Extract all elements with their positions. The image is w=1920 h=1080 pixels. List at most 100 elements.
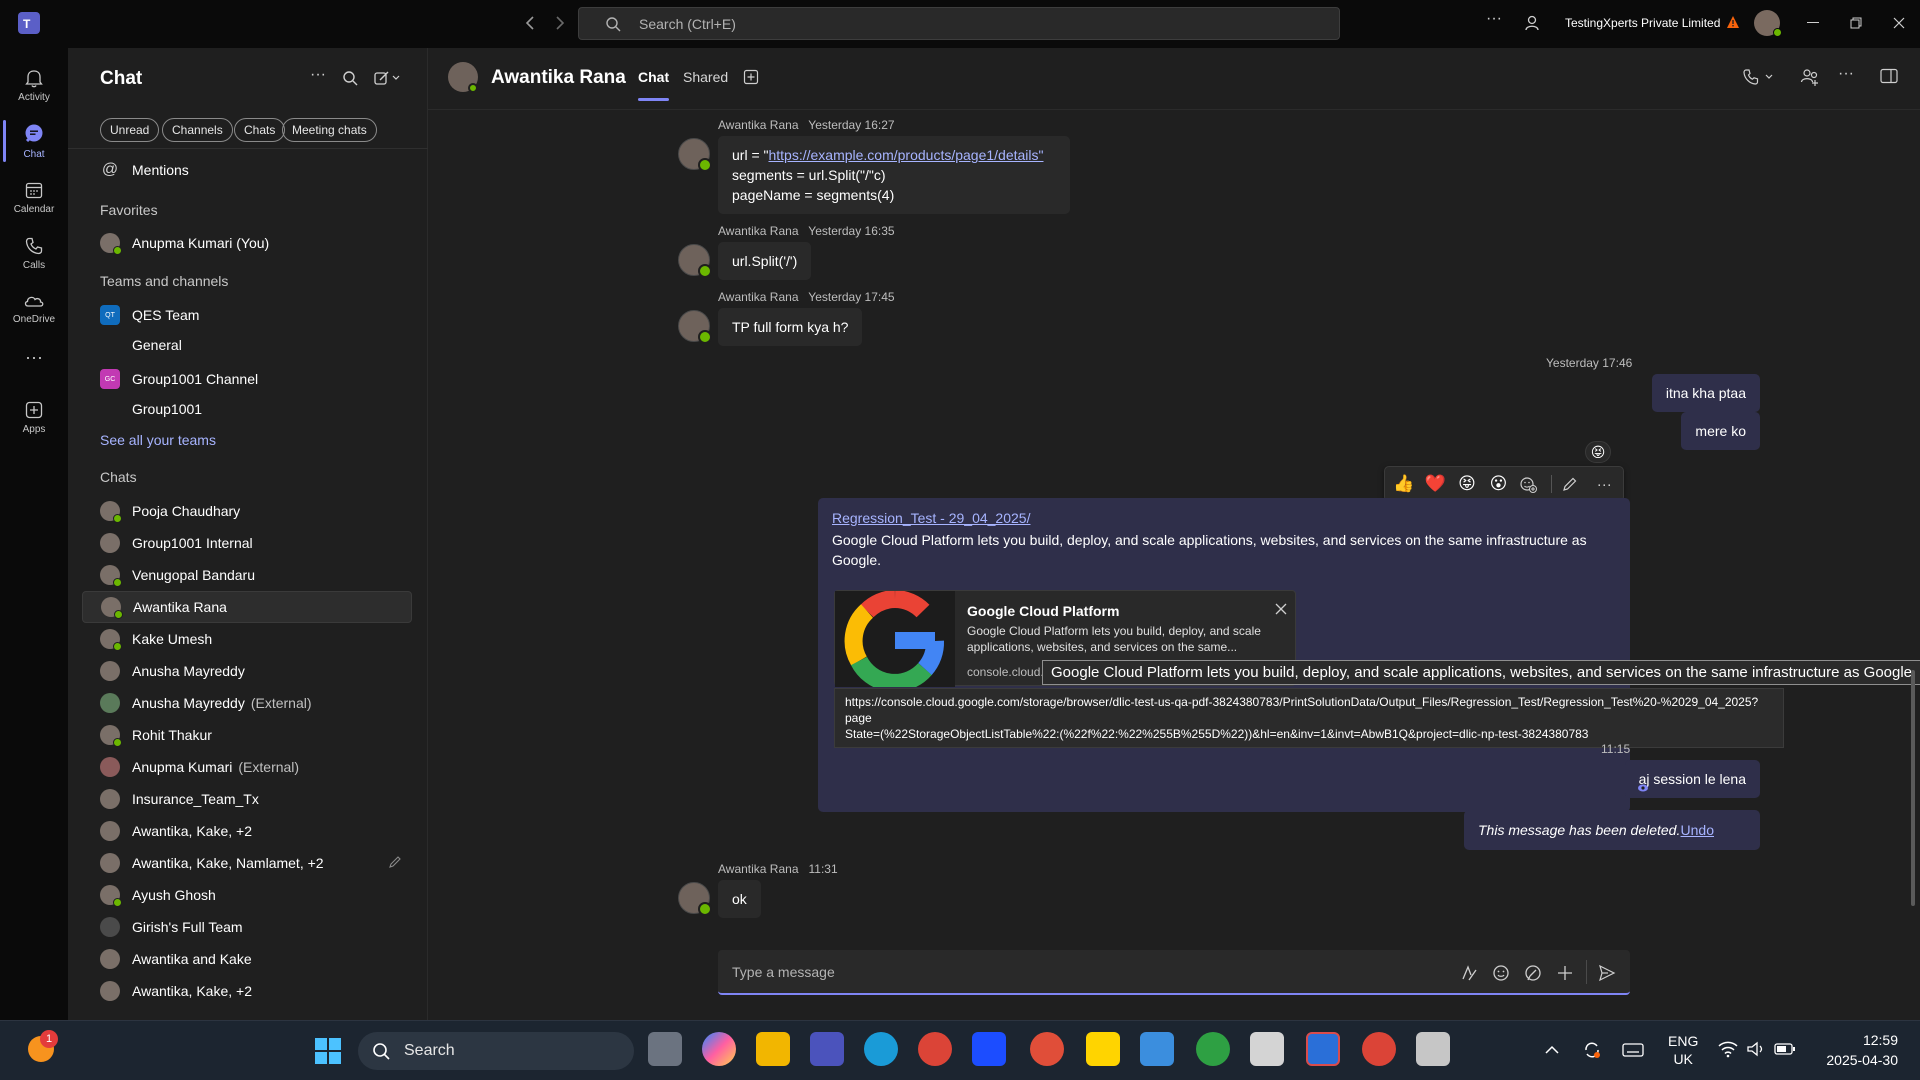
more-options-icon[interactable]: ···: [1838, 65, 1854, 83]
sender-avatar[interactable]: [678, 310, 712, 344]
team-item[interactable]: GC Group1001 Channel: [82, 363, 412, 395]
chrome-profile-icon[interactable]: [1196, 1032, 1230, 1066]
close-window-icon[interactable]: [1893, 17, 1905, 29]
edge-icon[interactable]: [864, 1032, 898, 1066]
chat-item[interactable]: Rohit Thakur: [82, 719, 412, 751]
see-all-teams-link[interactable]: See all your teams: [100, 432, 216, 448]
chat-item[interactable]: Pooja Chaudhary: [82, 495, 412, 527]
sticky-notes-icon[interactable]: [1086, 1032, 1120, 1066]
message-bubble[interactable]: TP full form kya h?: [718, 308, 863, 346]
channel-item[interactable]: General: [82, 329, 412, 361]
message-bubble[interactable]: url = "https://example.com/products/page…: [718, 136, 1070, 214]
favorite-item[interactable]: Anupma Kumari (You): [82, 227, 412, 259]
devtool-icon[interactable]: [1030, 1032, 1064, 1066]
file-explorer-icon[interactable]: [756, 1032, 790, 1066]
channel-item[interactable]: Group1001: [82, 393, 412, 425]
message-bubble[interactable]: ok: [718, 880, 761, 918]
wifi-icon[interactable]: [1718, 1040, 1738, 1058]
copilot-icon[interactable]: [702, 1032, 736, 1066]
call-icon[interactable]: [1742, 68, 1776, 86]
plus-icon[interactable]: [1556, 964, 1574, 982]
more-options-icon[interactable]: ···: [310, 66, 326, 84]
mentions-item[interactable]: @ Mentions: [82, 154, 412, 186]
contact-name[interactable]: Awantika Rana: [491, 67, 626, 89]
filter-channels[interactable]: Channels: [162, 118, 233, 142]
rail-apps[interactable]: Apps: [0, 390, 68, 444]
tab-shared[interactable]: Shared: [683, 69, 728, 85]
filter-meeting-chats[interactable]: Meeting chats: [282, 118, 377, 142]
send-icon[interactable]: [1598, 964, 1616, 982]
sender-avatar[interactable]: [678, 244, 712, 278]
sender-avatar[interactable]: [678, 882, 712, 916]
battery-icon[interactable]: [1774, 1042, 1796, 1056]
chat-item-active[interactable]: Awantika Rana: [82, 591, 412, 623]
search-icon[interactable]: [342, 70, 358, 86]
chat-item[interactable]: Anupma Kumari (External): [82, 751, 412, 783]
org-name[interactable]: TestingXperts Private Limited: [1565, 16, 1720, 30]
windows-start-icon[interactable]: [314, 1037, 342, 1065]
rail-calendar[interactable]: Calendar: [0, 170, 68, 224]
chat-item[interactable]: Anusha Mayreddy (External): [82, 687, 412, 719]
keyboard-icon[interactable]: [1622, 1042, 1644, 1058]
reaction-heart[interactable]: ❤️: [1425, 474, 1447, 494]
message-link[interactable]: https://example.com/products/page1/detai…: [768, 147, 1043, 163]
tray-chevron-up-icon[interactable]: [1544, 1044, 1560, 1056]
taskbar-search[interactable]: Search: [358, 1032, 634, 1070]
rail-activity[interactable]: Activity: [0, 58, 68, 112]
chat-item[interactable]: Awantika, Kake, +2: [82, 815, 412, 847]
chat-item[interactable]: Awantika, Kake, +2: [82, 975, 412, 1007]
back-arrow-icon[interactable]: [522, 14, 540, 32]
forward-arrow-icon[interactable]: [550, 14, 568, 32]
message-composer[interactable]: Type a message: [718, 950, 1630, 995]
chat-item[interactable]: Venugopal Bandaru: [82, 559, 412, 591]
system-clock[interactable]: 12:59 2025-04-30: [1818, 1030, 1898, 1070]
filter-chats[interactable]: Chats: [234, 118, 286, 142]
intellij-icon[interactable]: [972, 1032, 1006, 1066]
chrome-icon[interactable]: [918, 1032, 952, 1066]
chat-item[interactable]: Anusha Mayreddy: [82, 655, 412, 687]
chat-item[interactable]: Group1001 Internal: [82, 527, 412, 559]
teams-taskbar-icon[interactable]: [810, 1032, 844, 1066]
add-tab-icon[interactable]: [743, 69, 759, 85]
message-link[interactable]: Regression_Test - 29_04_2025/: [832, 510, 1030, 526]
snipping-tool-icon[interactable]: [1250, 1032, 1284, 1066]
sync-icon[interactable]: [1582, 1040, 1602, 1060]
rail-onedrive[interactable]: OneDrive: [0, 280, 68, 334]
chat-item[interactable]: Ayush Ghosh: [82, 879, 412, 911]
restore-icon[interactable]: [1850, 17, 1862, 29]
chat-item[interactable]: Insurance_Team_Tx: [82, 783, 412, 815]
more-options-icon[interactable]: ···: [1486, 10, 1502, 28]
message-bubble-out[interactable]: mere ko: [1681, 412, 1760, 450]
reaction-badge[interactable]: 😝: [1585, 441, 1611, 463]
rail-chat[interactable]: Chat: [0, 114, 68, 168]
app-s-icon[interactable]: [1306, 1032, 1340, 1066]
more-apps-button[interactable]: ···: [0, 330, 68, 384]
profile-people-icon[interactable]: [1524, 14, 1542, 32]
tab-chat[interactable]: Chat: [638, 69, 670, 101]
rail-calls[interactable]: Calls: [0, 226, 68, 280]
reaction-like[interactable]: 👍: [1393, 474, 1415, 494]
window-app-icon[interactable]: [1416, 1032, 1450, 1066]
add-people-icon[interactable]: [1800, 67, 1820, 87]
search-input[interactable]: Search (Ctrl+E): [578, 7, 1340, 40]
loop-component-icon[interactable]: [1524, 964, 1542, 982]
minimize-icon[interactable]: [1807, 22, 1819, 23]
message-bubble-out[interactable]: itna kha ptaa: [1651, 374, 1760, 412]
chat-item[interactable]: Kake Umesh: [82, 623, 412, 655]
filter-unread[interactable]: Unread: [100, 118, 160, 142]
chat-item[interactable]: Awantika, Kake, Namlamet, +2: [82, 847, 412, 879]
edit-icon[interactable]: [1562, 476, 1584, 492]
scrollbar[interactable]: [1911, 670, 1915, 906]
more-options-icon[interactable]: ···: [1593, 476, 1615, 493]
reaction-surprised[interactable]: 😮: [1488, 474, 1510, 494]
notepad-icon[interactable]: [1140, 1032, 1174, 1066]
task-view-icon[interactable]: [648, 1032, 682, 1066]
new-chat-icon[interactable]: [374, 70, 402, 86]
close-icon[interactable]: [1275, 603, 1287, 615]
reaction-laugh[interactable]: 😝: [1456, 474, 1478, 494]
undo-link[interactable]: Undo: [1681, 820, 1714, 840]
emoji-icon[interactable]: [1492, 964, 1510, 982]
team-item[interactable]: QT QES Team: [82, 299, 412, 331]
add-reaction-icon[interactable]: [1519, 475, 1541, 493]
chat-item[interactable]: Awantika and Kake: [82, 943, 412, 975]
